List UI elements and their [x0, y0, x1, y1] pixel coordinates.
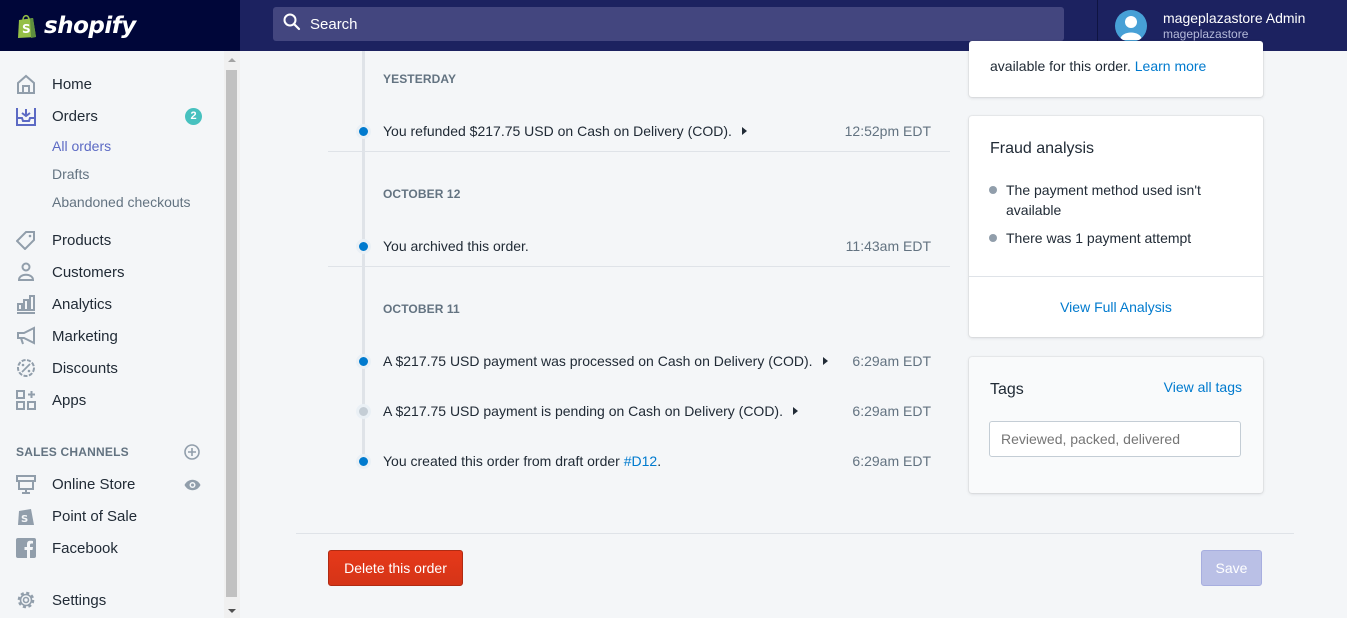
info-card: available for this order. Learn more: [969, 41, 1263, 97]
scrollbar-thumb[interactable]: [226, 70, 237, 597]
sidebar-subitem-all-orders[interactable]: All orders: [52, 138, 111, 154]
event-status-dot: [356, 238, 371, 254]
sidebar-item-facebook[interactable]: Facebook: [0, 532, 224, 564]
divider: [328, 266, 950, 267]
search-bar[interactable]: Search: [273, 7, 1064, 41]
expand-caret-icon[interactable]: [741, 127, 747, 135]
shopify-logo[interactable]: S shopify: [0, 0, 240, 51]
divider: [328, 151, 950, 152]
timeline-event: You archived this order. 11:43am EDT: [356, 234, 931, 258]
event-status-dot: [356, 453, 371, 469]
facebook-icon: [16, 538, 36, 558]
fraud-analysis-title: Fraud analysis: [990, 140, 1095, 157]
timeline-date: OCTOBER 11: [383, 302, 460, 316]
search-input[interactable]: Search: [310, 16, 358, 33]
svg-text:S: S: [22, 22, 31, 36]
bar-chart-icon: [16, 294, 36, 314]
tags-title: Tags: [990, 381, 1024, 398]
event-time: 12:52pm EDT: [844, 123, 931, 139]
event-time: 6:29am EDT: [852, 403, 931, 419]
pos-bag-icon: S: [16, 506, 36, 526]
tags-card: Tags View all tags: [969, 357, 1263, 493]
brand-name: shopify: [44, 12, 136, 39]
apps-icon: [16, 390, 36, 410]
avatar: [1115, 9, 1147, 42]
bullet-dot-icon: [989, 234, 997, 242]
tags-input[interactable]: [989, 421, 1241, 457]
sidebar: Home Orders 2 All orders Drafts Abandone…: [0, 51, 224, 618]
sidebar-item-settings[interactable]: Settings: [0, 584, 224, 616]
fraud-indicator: There was 1 payment attempt: [989, 228, 1229, 248]
scroll-down-arrow-icon[interactable]: [228, 609, 236, 613]
timeline-event[interactable]: A $217.75 USD payment is pending on Cash…: [356, 399, 931, 423]
event-time: 6:29am EDT: [852, 353, 931, 369]
timeline-date: OCTOBER 12: [383, 187, 461, 201]
expand-caret-icon[interactable]: [822, 357, 828, 365]
sidebar-item-apps[interactable]: Apps: [0, 384, 224, 416]
fraud-indicator: The payment method used isn't available: [989, 180, 1229, 220]
orders-icon: [16, 106, 36, 126]
sidebar-item-home[interactable]: Home: [0, 68, 224, 100]
gear-icon: [16, 590, 36, 610]
user-name: mageplazastore Admin: [1163, 10, 1306, 26]
sidebar-subitem-abandoned-checkouts[interactable]: Abandoned checkouts: [52, 194, 191, 210]
sidebar-item-discounts[interactable]: Discounts: [0, 352, 224, 384]
sidebar-item-point-of-sale[interactable]: S Point of Sale: [0, 500, 224, 532]
sidebar-item-customers[interactable]: Customers: [0, 256, 224, 288]
timeline-event[interactable]: You refunded $217.75 USD on Cash on Deli…: [356, 119, 931, 143]
save-button[interactable]: Save: [1201, 550, 1262, 586]
sidebar-item-orders[interactable]: Orders 2: [0, 100, 224, 132]
megaphone-icon: [16, 326, 36, 346]
event-status-dot: [356, 123, 371, 139]
draft-order-link[interactable]: #D12: [624, 453, 657, 469]
store-icon: [16, 474, 36, 494]
sidebar-subitem-drafts[interactable]: Drafts: [52, 166, 89, 182]
timeline-event[interactable]: A $217.75 USD payment was processed on C…: [356, 349, 931, 373]
expand-caret-icon[interactable]: [792, 407, 798, 415]
timeline-date: YESTERDAY: [383, 72, 457, 86]
timeline-event: You created this order from draft order …: [356, 449, 931, 473]
sidebar-item-products[interactable]: Products: [0, 224, 224, 256]
event-status-dot-pending: [356, 403, 371, 419]
main-content: YESTERDAY You refunded $217.75 USD on Ca…: [240, 41, 1347, 618]
footer-divider: [296, 533, 1294, 534]
search-icon: [283, 13, 301, 36]
tag-icon: [16, 230, 36, 250]
view-full-analysis-link[interactable]: View Full Analysis: [969, 299, 1263, 315]
event-time: 11:43am EDT: [845, 238, 931, 254]
shopify-bag-icon: S: [16, 13, 38, 39]
view-all-tags-link[interactable]: View all tags: [1164, 379, 1242, 395]
divider: [969, 276, 1263, 277]
event-status-dot: [356, 353, 371, 369]
fraud-analysis-card: Fraud analysis The payment method used i…: [969, 116, 1263, 337]
bullet-dot-icon: [989, 186, 997, 194]
sidebar-scrollbar[interactable]: [224, 51, 240, 618]
view-online-store-eye-icon[interactable]: [184, 478, 201, 496]
person-icon: [16, 262, 36, 282]
sidebar-item-marketing[interactable]: Marketing: [0, 320, 224, 352]
store-name: mageplazastore: [1163, 27, 1249, 41]
learn-more-link[interactable]: Learn more: [1135, 58, 1207, 74]
sidebar-item-analytics[interactable]: Analytics: [0, 288, 224, 320]
home-icon: [16, 74, 36, 94]
orders-count-badge: 2: [185, 107, 202, 125]
sales-channels-header: SALES CHANNELS: [16, 445, 129, 459]
add-sales-channel-icon[interactable]: [184, 444, 200, 465]
delete-order-button[interactable]: Delete this order: [328, 550, 463, 586]
svg-text:S: S: [21, 514, 28, 525]
discount-icon: [16, 358, 36, 378]
event-time: 6:29am EDT: [852, 453, 931, 469]
scroll-up-arrow-icon[interactable]: [228, 58, 236, 62]
